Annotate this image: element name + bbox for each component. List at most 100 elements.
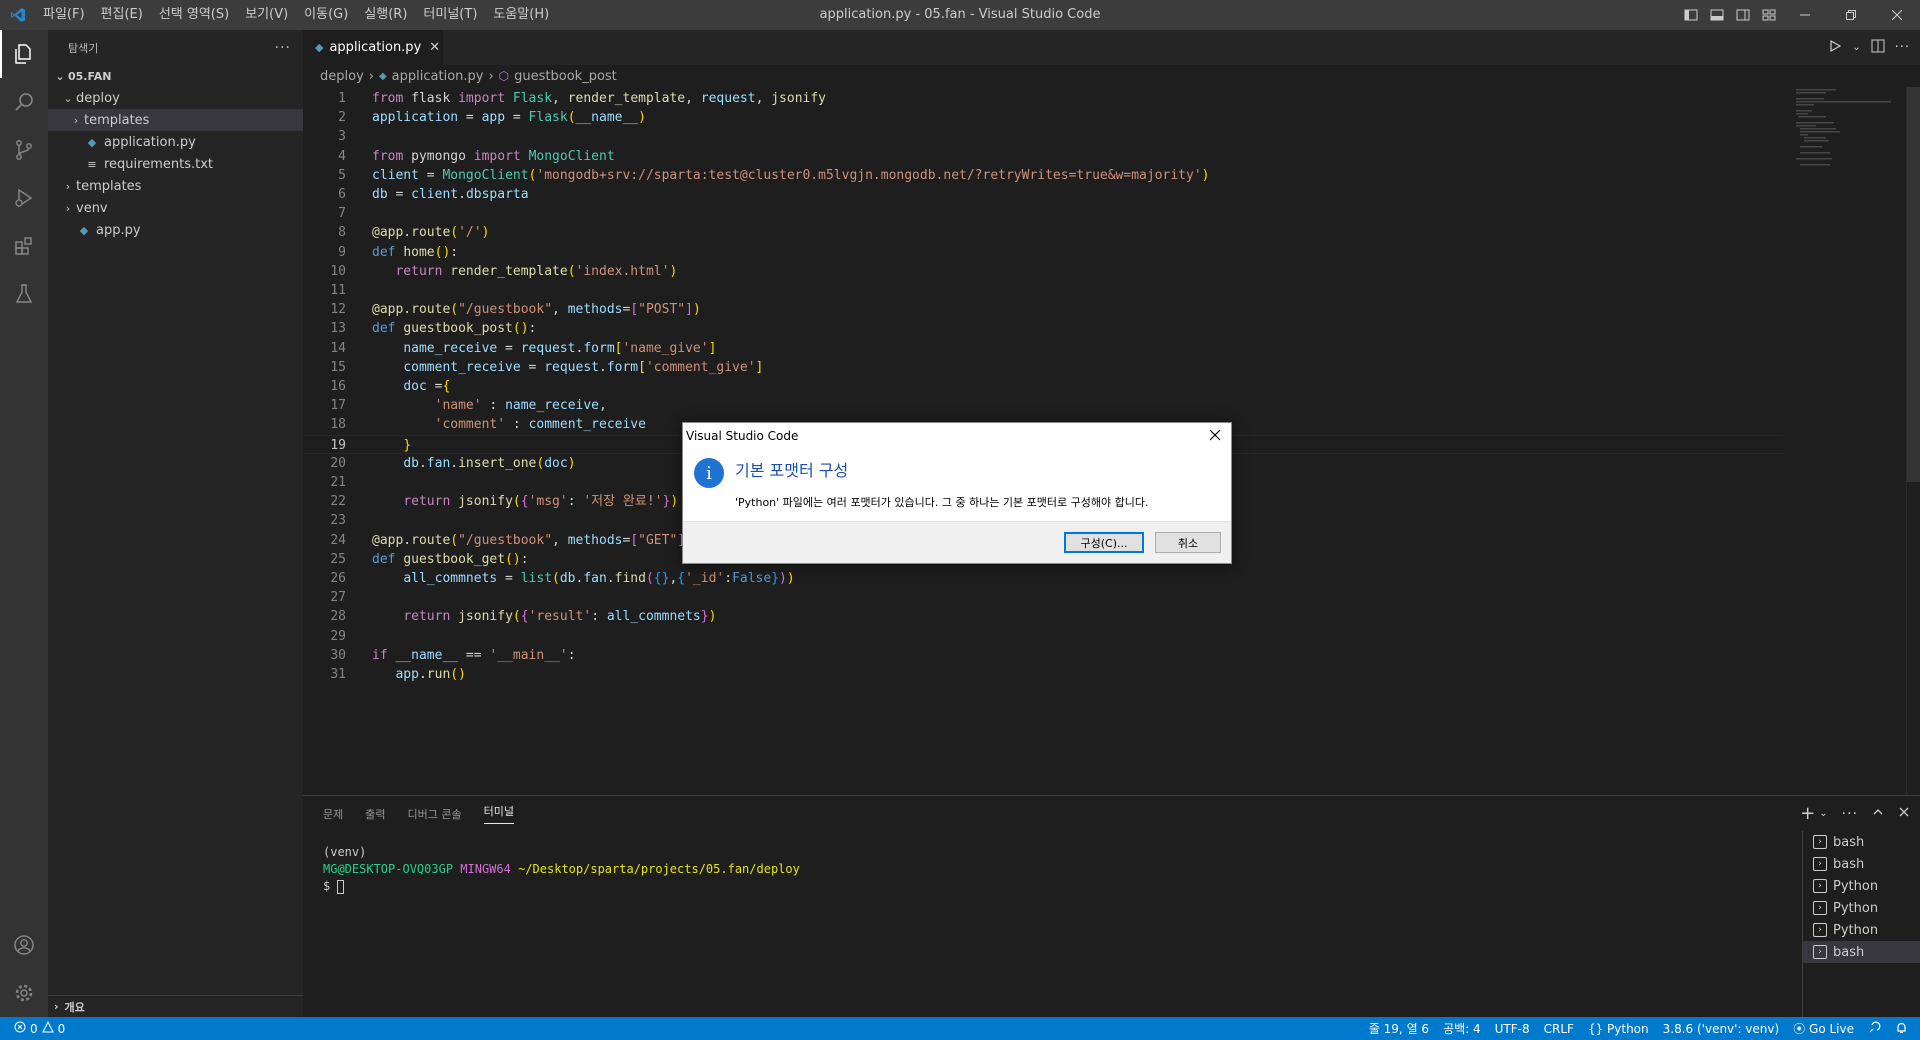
code-line: 8 @app.route('/') (303, 223, 1783, 242)
menu-item[interactable]: 터미널(T) (415, 0, 485, 30)
tree-item[interactable]: ≡ requirements.txt (48, 153, 303, 175)
line-number: 28 (330, 609, 346, 625)
close-tab-icon[interactable]: ✕ (429, 40, 440, 55)
minimize-icon[interactable] (1782, 0, 1828, 30)
code-text: name_receive = request.form['name_give'] (403, 340, 717, 356)
menu-item[interactable]: 선택 영역(S) (151, 0, 237, 30)
terminal-list-item[interactable]: › bash (1803, 853, 1920, 875)
toggle-secondary-sidebar-icon[interactable] (1730, 0, 1756, 30)
tab-application-py[interactable]: ◆ application.py ✕ (303, 30, 443, 65)
toggle-sidebar-icon[interactable] (1678, 0, 1704, 30)
terminal-list-item[interactable]: › Python (1803, 897, 1920, 919)
run-python-icon[interactable] (1828, 39, 1842, 57)
breadcrumb-item-deploy[interactable]: deploy (320, 69, 364, 84)
code-text: return jsonify({'result': all_commnets}) (403, 609, 717, 625)
cursor-position[interactable]: 줄 19, 열 6 (1369, 1020, 1429, 1037)
tree-item-label: templates (76, 178, 142, 194)
explorer-more-button[interactable]: ··· (275, 40, 291, 56)
search-icon[interactable] (0, 78, 48, 126)
code-text: return jsonify({'msg': '저장 완료!'}) (403, 494, 679, 510)
account-icon[interactable] (0, 921, 48, 969)
settings-gear-icon[interactable] (0, 969, 48, 1017)
panel-tab[interactable]: 문제 (323, 806, 343, 822)
terminal-output[interactable]: (venv) MG@DESKTOP-OVQ03GP MINGW64 ~/Deskt… (323, 844, 800, 895)
run-debug-icon[interactable] (0, 174, 48, 222)
menu-item[interactable]: 실행(R) (356, 0, 415, 30)
go-live-button[interactable]: ⦿ Go Live (1793, 1020, 1854, 1037)
configure-button[interactable]: 구성(C)... (1064, 532, 1144, 553)
tree-item[interactable]: ◆ app.py (48, 219, 303, 241)
tree-item-label: templates (84, 112, 150, 128)
tree-item[interactable]: ◆ application.py (48, 131, 303, 153)
close-window-icon[interactable] (1874, 0, 1920, 30)
language-mode[interactable]: {} Python (1588, 1022, 1649, 1036)
terminal-list-item[interactable]: › bash (1803, 941, 1920, 963)
line-number: 13 (330, 321, 346, 337)
terminal-list-item[interactable]: › Python (1803, 919, 1920, 941)
extensions-icon[interactable] (0, 222, 48, 270)
scrollbar-thumb[interactable] (1907, 87, 1920, 482)
python-file-icon: ◆ (378, 70, 387, 82)
panel-more-icon[interactable]: ··· (1842, 806, 1858, 822)
dialog-close-icon[interactable] (1205, 425, 1225, 445)
panel-tab[interactable]: 터미널 (483, 803, 514, 824)
chevron-down-icon[interactable]: ⌄ (1819, 808, 1827, 819)
menu-item[interactable]: 보기(V) (237, 0, 296, 30)
terminal-list-label: bash (1833, 856, 1865, 872)
tree-item[interactable]: ⌄ deploy (48, 87, 303, 109)
python-interpreter[interactable]: 3.8.6 ('venv': venv) (1663, 1022, 1780, 1036)
run-dropdown-icon[interactable]: ⌄ (1852, 42, 1860, 53)
panel-tab[interactable]: 출력 (365, 806, 385, 822)
code-line: 6 db = client.dbsparta (303, 185, 1783, 204)
minimap[interactable] (1786, 87, 1906, 167)
encoding[interactable]: UTF-8 (1495, 1022, 1530, 1036)
terminal-venv: (venv) (323, 845, 367, 859)
indentation[interactable]: 공백: 4 (1443, 1020, 1481, 1037)
toggle-panel-icon[interactable] (1704, 0, 1730, 30)
restore-icon[interactable] (1828, 0, 1874, 30)
maximize-panel-icon[interactable] (1872, 806, 1884, 822)
chevron-right-icon: › (368, 68, 374, 84)
split-editor-icon[interactable] (1871, 39, 1885, 57)
tree-item[interactable]: ⌄ 05.FAN (48, 65, 303, 87)
editor-scrollbar[interactable] (1906, 87, 1920, 795)
source-control-icon[interactable] (0, 126, 48, 174)
terminal-list-item[interactable]: › bash (1803, 831, 1920, 853)
notifications-bell-icon[interactable] (1895, 1021, 1908, 1037)
language-label: Python (1607, 1021, 1649, 1036)
menu-item[interactable]: 이동(G) (296, 0, 356, 30)
tree-item[interactable]: › venv (48, 197, 303, 219)
menu-item[interactable]: 파일(F) (35, 0, 93, 30)
explorer-icon[interactable] (0, 30, 48, 78)
end-of-line[interactable]: CRLF (1544, 1022, 1574, 1036)
tree-item[interactable]: › templates (48, 175, 303, 197)
code-line: 7 (303, 204, 1783, 223)
menu-item[interactable]: 도움말(H) (485, 0, 557, 30)
terminal-icon: › (1813, 923, 1827, 937)
outline-section[interactable]: › 개요 (48, 995, 303, 1017)
cancel-button[interactable]: 취소 (1155, 532, 1221, 553)
problems-status[interactable]: 0 0 (0, 1020, 65, 1036)
tree-item[interactable]: › templates (48, 109, 303, 131)
new-terminal-icon[interactable]: + (1800, 803, 1815, 824)
panel-tab[interactable]: 디버그 콘솔 (408, 806, 462, 822)
dialog-heading: 기본 포맷터 구성 (735, 461, 849, 480)
terminal-list-item[interactable]: › Python (1803, 875, 1920, 897)
testing-icon[interactable] (0, 270, 48, 318)
menu-item[interactable]: 편집(E) (93, 0, 151, 30)
breadcrumb-item-file[interactable]: application.py (392, 69, 484, 84)
breadcrumb-item-symbol[interactable]: guestbook_post (514, 69, 617, 84)
bottom-panel: 문제 출력 디버그 콘솔 터미널 + ⌄ ··· (venv) MG@DESKTOP-O… (303, 795, 1920, 1018)
terminal-list-label: Python (1833, 878, 1879, 894)
terminal-cursor (337, 879, 345, 894)
close-panel-icon[interactable] (1898, 806, 1910, 822)
more-actions-icon[interactable]: ··· (1895, 40, 1910, 55)
code-text: db.fan.insert_one(doc) (403, 455, 576, 471)
text-file-icon: ≡ (87, 157, 97, 171)
code-line: 1 from flask import Flask, render_templat… (303, 89, 1783, 108)
terminal-user: MG@DESKTOP-OVQ03GP (323, 862, 454, 876)
customize-layout-icon[interactable] (1756, 0, 1782, 30)
code-text: if __name__ == '__main__': (372, 647, 576, 663)
feedback-icon[interactable] (1868, 1021, 1881, 1037)
tab-label: application.py (329, 40, 422, 55)
